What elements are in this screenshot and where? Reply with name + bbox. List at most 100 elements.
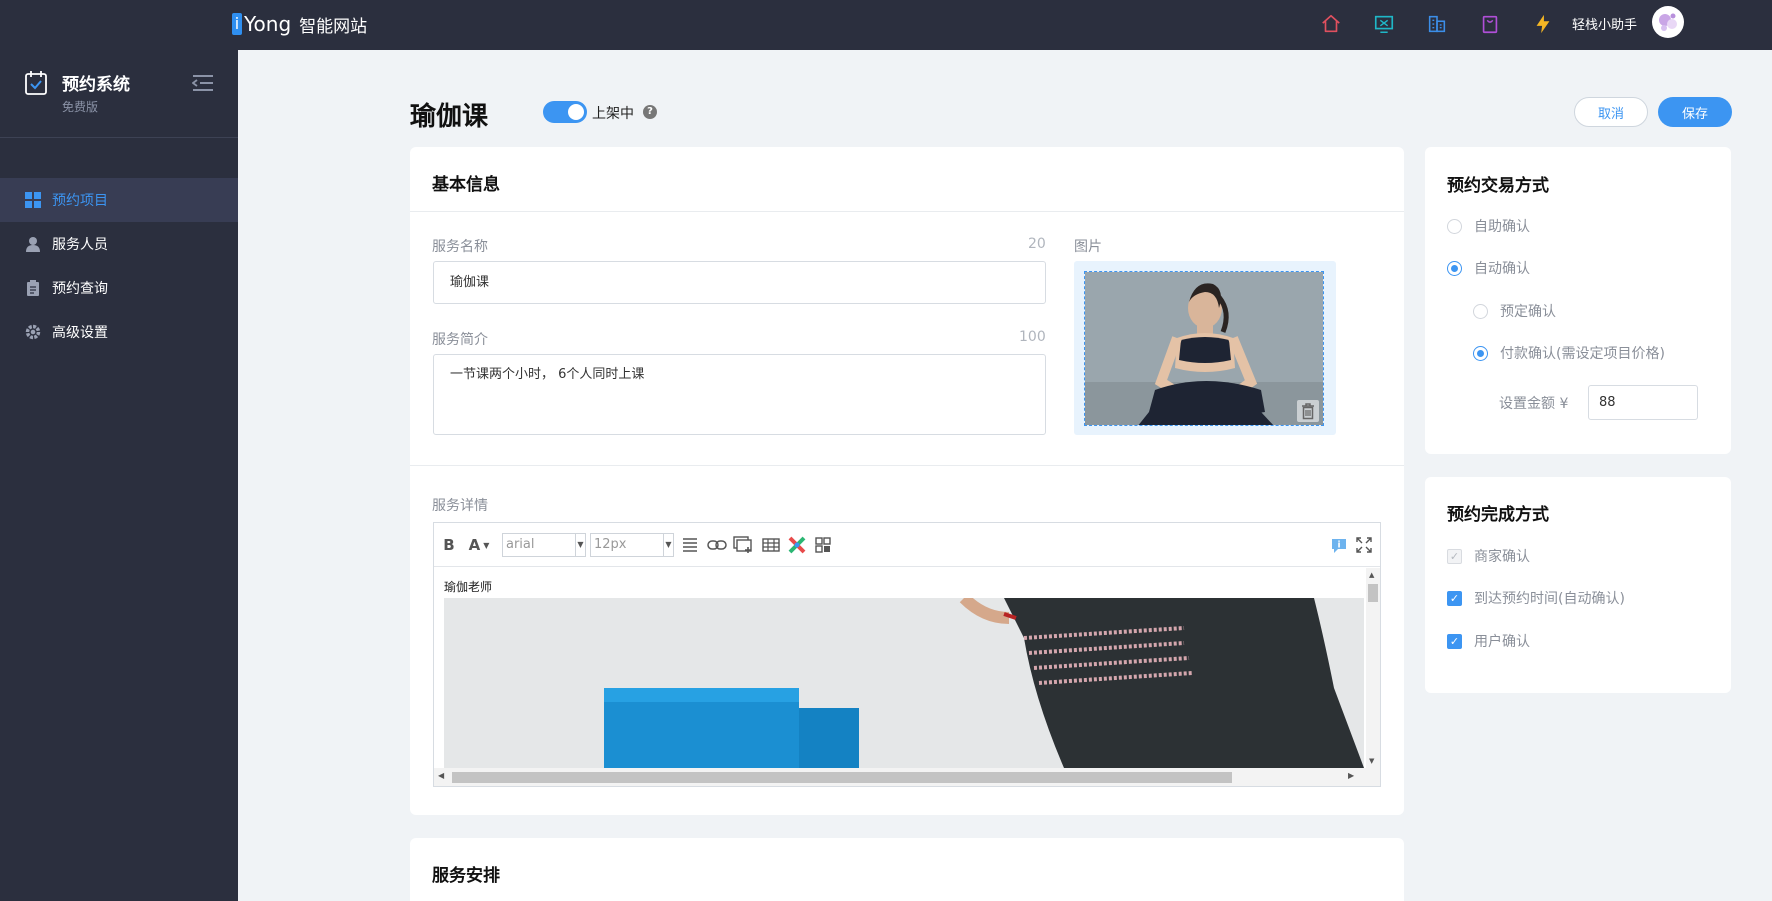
plugin-icon[interactable] <box>786 535 808 555</box>
radio-button[interactable] <box>1447 260 1462 276</box>
top-icon-group <box>1318 10 1583 38</box>
logo-text: Yong <box>244 12 292 36</box>
page-title: 瑜伽课 <box>410 102 489 132</box>
site-logo[interactable]: i Yong 智能网站 <box>232 10 367 38</box>
card-divider <box>410 211 1404 212</box>
module-icon[interactable] <box>812 535 834 555</box>
font-family-value: arial <box>506 537 535 552</box>
sidebar-item-booking-items[interactable]: 预约项目 <box>0 178 238 222</box>
service-arrangement-card <box>410 838 1404 901</box>
font-size-select[interactable]: 12px ▼ <box>590 533 674 557</box>
listing-status-toggle[interactable] <box>543 101 587 123</box>
font-color-label: A <box>468 536 481 554</box>
table-icon[interactable] <box>760 535 782 555</box>
service-photo <box>1084 271 1324 426</box>
editor-toolbar: B A ▼ arial ▼ 12px ▼ i <box>434 523 1380 567</box>
option-label: 用户确认 <box>1474 634 1530 650</box>
top-bar: i Yong 智能网站 轻栈小助手 <box>0 0 1772 50</box>
fullscreen-icon[interactable] <box>1354 535 1374 555</box>
scroll-down-arrow-icon[interactable]: ▼ <box>1369 757 1374 765</box>
amount-label: 设置金额 ¥ <box>1499 396 1569 412</box>
help-icon[interactable]: ? <box>643 105 657 119</box>
sidebar-item-label: 高级设置 <box>52 325 108 341</box>
sidebar-item-label: 预约项目 <box>52 193 108 209</box>
sidebar-item-label: 预约查询 <box>52 281 108 297</box>
service-intro-textarea[interactable]: 一节课两个小时， 6个人同时上课 <box>433 354 1046 435</box>
option-self-confirm[interactable]: 自助确认 <box>1447 216 1530 236</box>
sidebar-item-booking-query[interactable]: 预约查询 <box>0 266 238 310</box>
insert-image-icon[interactable] <box>732 535 754 555</box>
sidebar-item-staff[interactable]: 服务人员 <box>0 222 238 266</box>
editor-content-area[interactable]: 瑜伽老师 <box>434 568 1366 768</box>
shopping-bag-icon[interactable] <box>1477 11 1503 37</box>
checkbox[interactable]: ✓ <box>1447 633 1462 649</box>
basic-info-title: 基本信息 <box>432 175 500 195</box>
option-payment-confirm[interactable]: 付款确认(需设定项目价格) <box>1473 343 1665 363</box>
scroll-thumb[interactable] <box>1368 584 1378 602</box>
radio-button[interactable] <box>1473 345 1488 361</box>
amount-input[interactable]: 88 <box>1588 385 1698 420</box>
option-auto-confirm[interactable]: 自动确认 <box>1447 258 1530 278</box>
chevron-down-icon: ▼ <box>663 534 673 556</box>
option-merchant-confirm[interactable]: ✓ 商家确认 <box>1447 546 1530 566</box>
cancel-button[interactable]: 取消 <box>1574 97 1648 127</box>
card-divider <box>410 465 1404 466</box>
monitor-icon[interactable] <box>1371 11 1397 37</box>
font-size-value: 12px <box>594 537 627 552</box>
gear-icon <box>24 323 42 341</box>
save-button[interactable]: 保存 <box>1658 97 1732 127</box>
sidebar-nav: 预约项目 服务人员 预约查询 高级设置 <box>0 178 238 354</box>
dropdown-arrow-icon: ▼ <box>483 540 490 550</box>
option-time-auto-confirm[interactable]: ✓ 到达预约时间(自动确认) <box>1447 588 1625 608</box>
home-icon[interactable] <box>1318 11 1344 37</box>
delete-image-icon[interactable] <box>1297 400 1319 422</box>
option-label: 付款确认(需设定项目价格) <box>1500 346 1665 362</box>
scroll-left-arrow-icon[interactable]: ◀ <box>438 771 444 780</box>
editor-horizontal-scrollbar[interactable]: ◀ ▶ <box>434 768 1380 786</box>
bold-button[interactable]: B <box>440 535 458 555</box>
sidebar-header: 预约系统 免费版 <box>0 50 238 138</box>
rich-text-editor[interactable]: B A ▼ arial ▼ 12px ▼ i 瑜伽老师 ▲ ▼ ◀ ▶ <box>433 522 1381 787</box>
scroll-right-arrow-icon[interactable]: ▶ <box>1348 771 1354 780</box>
grid-icon <box>24 191 42 209</box>
radio-button[interactable] <box>1473 303 1488 319</box>
chevron-down-icon: ▼ <box>575 534 585 556</box>
clipboard-icon <box>24 279 42 297</box>
sidebar: 预约系统 免费版 预约项目 服务人员 预约查询 高级设置 <box>0 50 238 901</box>
option-label: 到达预约时间(自动确认) <box>1474 591 1625 607</box>
scroll-thumb[interactable] <box>452 772 1232 783</box>
scroll-up-arrow-icon[interactable]: ▲ <box>1369 571 1374 579</box>
link-icon[interactable] <box>706 535 728 555</box>
system-edition: 免费版 <box>62 100 99 114</box>
assistant-label[interactable]: 轻栈小助手 <box>1572 14 1637 33</box>
checkbox[interactable]: ✓ <box>1447 590 1462 606</box>
service-intro-label: 服务简介 <box>432 332 488 348</box>
option-label: 自动确认 <box>1474 261 1530 277</box>
editor-vertical-scrollbar[interactable]: ▲ ▼ <box>1366 568 1380 768</box>
building-icon[interactable] <box>1424 11 1450 37</box>
service-name-char-limit: 20 <box>1028 236 1046 252</box>
align-icon[interactable] <box>680 535 700 555</box>
service-name-input[interactable]: 瑜伽课 <box>433 261 1046 304</box>
system-title: 预约系统 <box>62 75 130 95</box>
sidebar-item-label: 服务人员 <box>52 237 108 253</box>
radio-button[interactable] <box>1447 218 1462 234</box>
checkbox[interactable]: ✓ <box>1447 548 1462 564</box>
info-icon[interactable]: i <box>1328 535 1350 555</box>
option-label: 预定确认 <box>1500 304 1556 320</box>
option-user-confirm[interactable]: ✓ 用户确认 <box>1447 631 1530 651</box>
service-arrangement-title: 服务安排 <box>432 866 500 886</box>
sidebar-item-advanced-settings[interactable]: 高级设置 <box>0 310 238 354</box>
logo-i: i <box>232 13 242 35</box>
font-color-button[interactable]: A ▼ <box>468 535 490 555</box>
service-intro-char-limit: 100 <box>1019 329 1046 345</box>
option-reserve-confirm[interactable]: 预定确认 <box>1473 301 1556 321</box>
trade-method-title: 预约交易方式 <box>1447 176 1549 196</box>
logo-cn-text: 智能网站 <box>299 16 368 37</box>
font-family-select[interactable]: arial ▼ <box>502 533 586 557</box>
menu-collapse-icon[interactable] <box>191 74 214 92</box>
lightning-icon[interactable] <box>1530 11 1556 37</box>
avatar[interactable] <box>1652 6 1684 38</box>
image-upload-area[interactable] <box>1074 261 1336 435</box>
option-label: 商家确认 <box>1474 549 1530 565</box>
